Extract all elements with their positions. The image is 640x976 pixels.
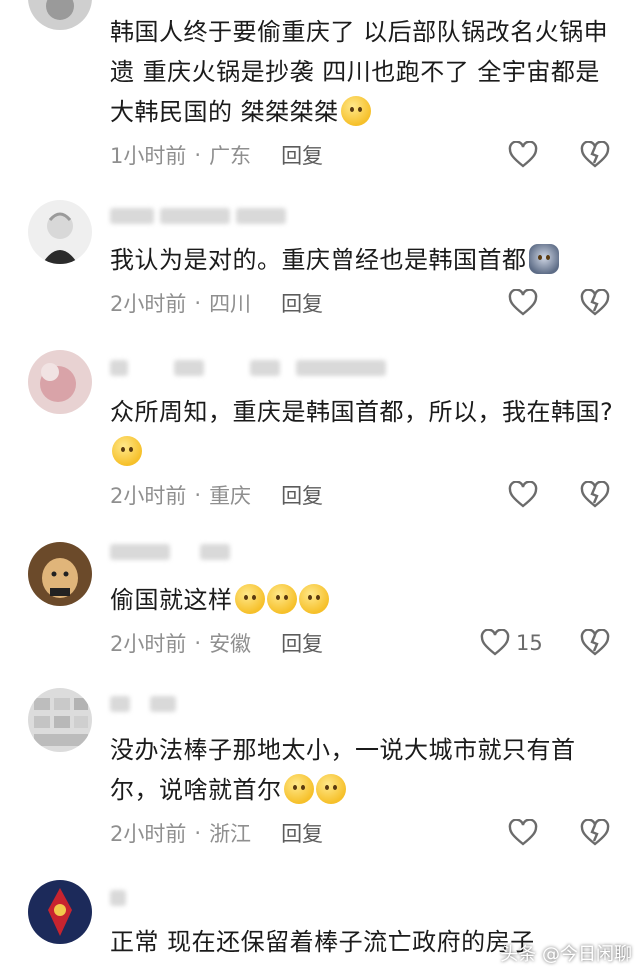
comment-text: 韩国人终于要偷重庆了 以后部队锅改名火锅申遗 重庆火锅是抄袭 四川也跑不了 全宇… — [110, 18, 609, 126]
avatar[interactable] — [28, 200, 92, 264]
comment-location: 安徽 — [209, 632, 252, 656]
comment-meta: 2小时前 · 四川 回复 — [110, 288, 323, 318]
rofl-emoji — [283, 774, 314, 804]
separator: · — [194, 483, 202, 507]
rofl-emoji — [315, 774, 346, 804]
avatar[interactable] — [28, 688, 92, 752]
comment-text: 没办法棒子那地太小，一说大城市就只有首尔，说啥就首尔 — [110, 736, 576, 804]
smirk-emoji — [266, 584, 297, 614]
dislike-button[interactable] — [580, 480, 610, 510]
husky-emoji — [528, 244, 559, 274]
heart-icon — [508, 819, 538, 847]
smirk-emoji — [298, 584, 329, 614]
heart-icon — [508, 481, 538, 509]
reply-button[interactable]: 回复 — [281, 480, 323, 510]
heart-icon — [508, 141, 538, 169]
heart-icon — [480, 629, 510, 657]
heart-icon — [508, 289, 538, 317]
comment-meta: 2小时前 · 安徽 回复 — [110, 628, 323, 658]
comment-location: 四川 — [209, 292, 252, 316]
separator: · — [194, 821, 202, 845]
broken-heart-icon — [580, 629, 610, 657]
watermark: 头条 @今日闲聊 — [500, 944, 632, 965]
comment-time: 1小时前 — [110, 144, 187, 168]
separator: · — [194, 631, 202, 655]
smile-emoji — [112, 436, 142, 466]
like-button[interactable] — [508, 480, 544, 510]
comment-meta: 2小时前 · 重庆 回复 — [110, 480, 323, 510]
avatar[interactable] — [28, 350, 92, 414]
username-blurred[interactable] — [110, 206, 286, 226]
broken-heart-icon — [580, 141, 610, 169]
comment-time: 2小时前 — [110, 484, 187, 508]
like-button[interactable] — [508, 288, 544, 318]
comment-location: 浙江 — [209, 822, 252, 846]
reply-button[interactable]: 回复 — [281, 288, 323, 318]
reply-button[interactable]: 回复 — [281, 140, 323, 170]
comment-text: 偷国就这样 — [110, 580, 614, 620]
comment-text: 众所周知，重庆是韩国首都，所以，我在韩国? — [110, 392, 614, 472]
separator: · — [194, 291, 202, 315]
avatar[interactable] — [28, 880, 92, 944]
broken-heart-icon — [580, 481, 610, 509]
dislike-button[interactable] — [580, 288, 610, 318]
comment-time: 2小时前 — [110, 632, 187, 656]
avatar[interactable] — [28, 0, 92, 30]
like-button[interactable] — [508, 818, 544, 848]
like-count: 15 — [516, 631, 543, 655]
broken-heart-icon — [580, 289, 610, 317]
comment-location: 重庆 — [209, 484, 252, 508]
comment-time: 2小时前 — [110, 292, 187, 316]
comment-meta: 2小时前 · 浙江 回复 — [110, 818, 323, 848]
username-blurred[interactable] — [110, 542, 230, 562]
comment-location: 广东 — [209, 144, 252, 168]
like-button[interactable] — [508, 140, 544, 170]
username-blurred[interactable] — [110, 358, 386, 378]
dislike-button[interactable] — [580, 818, 610, 848]
comment-time: 2小时前 — [110, 822, 187, 846]
dislike-button[interactable] — [580, 140, 610, 170]
comment-text: 我认为是对的。重庆曾经也是韩国首都 — [110, 240, 614, 280]
username-blurred[interactable] — [110, 888, 126, 908]
reply-button[interactable]: 回复 — [281, 818, 323, 848]
like-button[interactable]: 15 — [480, 628, 543, 658]
comment-meta: 1小时前 · 广东 回复 — [110, 140, 323, 170]
username-blurred[interactable] — [110, 694, 176, 714]
separator: · — [194, 143, 202, 167]
crying-laugh-emoji — [340, 96, 371, 126]
smirk-emoji — [234, 584, 265, 614]
reply-button[interactable]: 回复 — [281, 628, 323, 658]
avatar[interactable] — [28, 542, 92, 606]
broken-heart-icon — [580, 819, 610, 847]
dislike-button[interactable] — [580, 628, 610, 658]
